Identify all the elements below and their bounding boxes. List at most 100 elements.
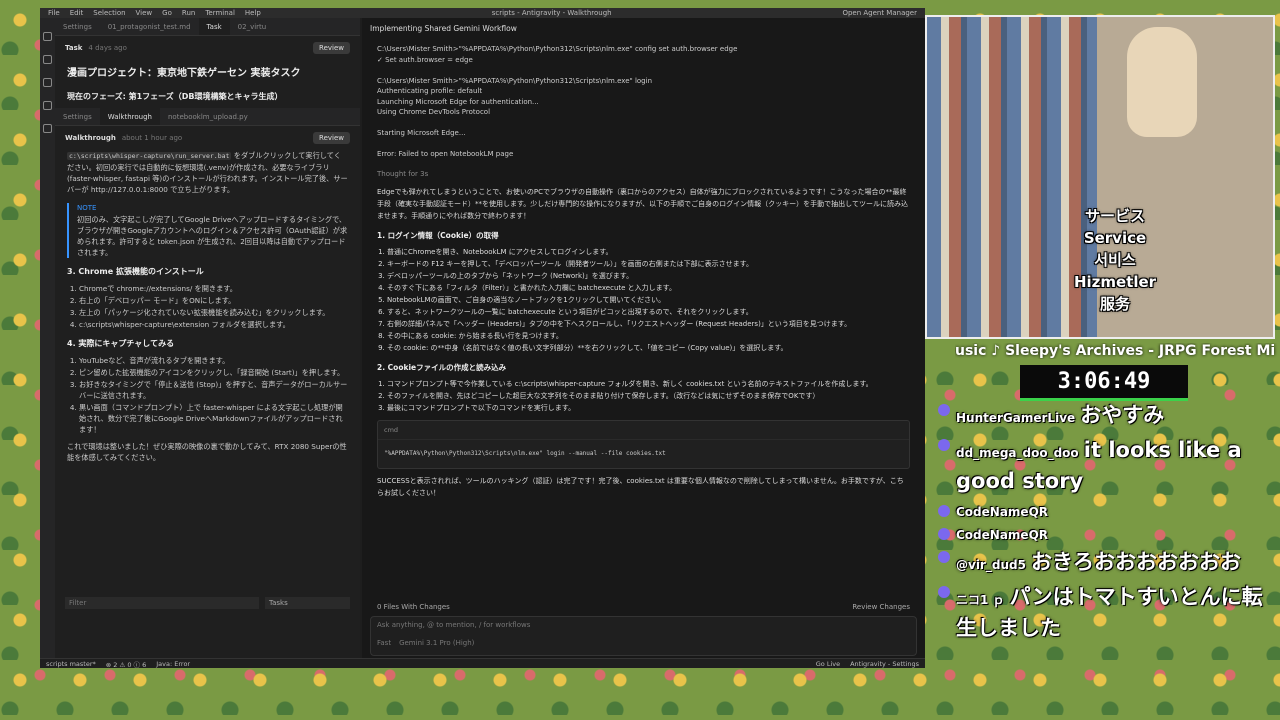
- editor-tabs: Settings 01_protagonist_test.md Task 02_…: [55, 18, 360, 36]
- list-item: c:\scripts\whisper-capture\extension フォル…: [79, 319, 348, 330]
- search-icon[interactable]: [43, 55, 52, 64]
- java-status[interactable]: Java: Error: [156, 660, 190, 668]
- avatar: [938, 404, 950, 416]
- task-header: Task 4 days ago Review: [55, 36, 360, 60]
- tab-protagonist-test[interactable]: 01_protagonist_test.md: [100, 18, 199, 35]
- chat-input-placeholder: Ask anything, @ to mention, / for workfl…: [377, 621, 531, 629]
- chat-message: @vir_dud5 おきろおおおおおおお: [938, 547, 1280, 578]
- task-phase: 現在のフェーズ: 第1フェーズ（DB環境構築とキャラ生成）: [67, 92, 283, 101]
- chat-user: dd_mega_doo_doo: [956, 446, 1079, 460]
- run-debug-icon[interactable]: [43, 101, 52, 110]
- go-live-button[interactable]: Go Live: [816, 660, 840, 668]
- source-control-icon[interactable]: [43, 78, 52, 87]
- review-changes-button[interactable]: Review Changes: [852, 603, 910, 611]
- list-item: コマンドプロンプト等で今作業している c:\scripts\whisper-ca…: [387, 378, 910, 390]
- chat-message: ニコ1 ｐ パンはトマトすいとんに転生しました: [938, 582, 1280, 644]
- tab-settings-2[interactable]: Settings: [55, 108, 100, 125]
- run-server-path: c:\scripts\whisper-capture\run_server.ba…: [67, 152, 232, 160]
- status-bar: scripts master* ⊗ 2 ⚠ 0 ⓘ 6 Java: Error …: [40, 658, 925, 669]
- menu-run[interactable]: Run: [182, 9, 195, 17]
- task-filter-bar: Filter Tasks: [55, 593, 360, 613]
- list-item: 右上の「デベロッパー モード」をONにします。: [79, 295, 348, 306]
- extensions-icon[interactable]: [43, 124, 52, 133]
- tab-task[interactable]: Task: [198, 18, 230, 35]
- avatar: [938, 551, 950, 563]
- walkthrough-tabs: Settings Walkthrough notebooklm_upload.p…: [55, 108, 360, 126]
- chat-message: dd_mega_doo_doo it looks like a good sto…: [938, 435, 1280, 497]
- list-item: 黒い画面（コマンドプロンプト）上で faster-whisper による文字起こ…: [79, 402, 348, 435]
- menu-go[interactable]: Go: [162, 9, 172, 17]
- avatar: [938, 528, 950, 540]
- menu-terminal[interactable]: Terminal: [205, 9, 235, 17]
- filter-input[interactable]: Filter: [65, 597, 259, 609]
- now-playing: usic ♪ Sleepy's Archives - JRPG Forest M…: [955, 343, 1276, 359]
- mode-select[interactable]: Fast: [377, 639, 391, 647]
- chat-message: HunterGamerLive おやすみ: [938, 400, 1280, 431]
- note-callout: NOTE 初回のみ、文字起こしが完了してGoogle Driveへアップロードす…: [67, 203, 348, 258]
- avatar: [938, 439, 950, 451]
- problems-status[interactable]: ⊗ 2 ⚠ 0 ⓘ 6: [106, 659, 147, 669]
- note-text: 初回のみ、文字起こしが完了してGoogle Driveへアップロードするタイミン…: [77, 215, 348, 257]
- list-item: 最後にコマンドプロンプトで以下のコマンドを実行します。: [387, 402, 910, 414]
- tab-virtu[interactable]: 02_virtu: [230, 18, 275, 35]
- antigravity-settings[interactable]: Antigravity - Settings: [850, 660, 919, 668]
- step-1-list: 普通にChromeを開き、NotebookLM にアクセスしてログインします。 …: [377, 246, 910, 354]
- list-item: 左上の「パッケージ化されていない拡張機能を読み込む」をクリックします。: [79, 307, 348, 318]
- branch-status[interactable]: scripts master*: [46, 660, 96, 668]
- agent-manager-button[interactable]: Open Agent Manager: [842, 9, 917, 17]
- chat-text: おきろおおおおおおお: [1031, 550, 1242, 574]
- chat-message: CodeNameQR: [938, 524, 1280, 543]
- service-caption: サービス Service 서비스 Hizmetler 服务: [1073, 207, 1157, 313]
- review-button[interactable]: Review: [313, 42, 350, 54]
- list-item: 右側の詳細パネルで「ヘッダー (Headers)」タブの中を下へスクロールし、「…: [387, 318, 910, 330]
- walkthrough-time: about 1 hour ago: [121, 134, 183, 142]
- list-item: デベロッパーツールの上のタブから「ネットワーク (Network)」を選びます。: [387, 270, 910, 282]
- list-item: その中にある cookie: から始まる長い行を見つけます。: [387, 330, 910, 342]
- chat-user: ニコ1 ｐ: [956, 593, 1005, 607]
- chat-input[interactable]: Ask anything, @ to mention, / for workfl…: [370, 616, 917, 656]
- tab-notebooklm-upload[interactable]: notebooklm_upload.py: [160, 108, 256, 125]
- activity-bar: [40, 18, 55, 658]
- step-1-heading: 1. ログイン情報（Cookie）の取得: [377, 230, 499, 240]
- step-2-list: コマンドプロンプト等で今作業している c:\scripts\whisper-ca…: [377, 378, 910, 414]
- menu-file[interactable]: File: [48, 9, 60, 17]
- avatar: [938, 586, 950, 598]
- explorer-icon[interactable]: [43, 32, 52, 41]
- chat-message: CodeNameQR: [938, 501, 1280, 520]
- list-item: NotebookLMの画面で、ご自身の適当なノートブックを1クリックして開いてく…: [387, 294, 910, 306]
- review-button-2[interactable]: Review: [313, 132, 350, 144]
- section-4-heading: 4. 実際にキャプチャしてみる: [67, 339, 175, 348]
- chat-user: @vir_dud5: [956, 558, 1026, 572]
- agent-panel: Implementing Shared Gemini Workflow C:\U…: [362, 18, 925, 658]
- model-select[interactable]: Gemini 3.1 Pro (High): [399, 639, 474, 647]
- webcam-view: サービス Service 서비스 Hizmetler 服务: [925, 15, 1275, 339]
- section-3-heading: 3. Chrome 拡張機能のインストール: [67, 267, 204, 276]
- closing-text: これで環境は整いました！ぜひ実際の映像の裏で動かしてみて、RTX 2080 Su…: [67, 442, 347, 462]
- menu-view[interactable]: View: [136, 9, 153, 17]
- step-2-heading: 2. Cookieファイルの作成と読み込み: [377, 362, 507, 372]
- chat-user: CodeNameQR: [956, 505, 1049, 519]
- left-editor-pane: Settings 01_protagonist_test.md Task 02_…: [55, 18, 360, 658]
- files-with-changes[interactable]: 0 Files With Changes: [377, 603, 450, 611]
- terminal-output: C:\Users\Mister Smith>"%APPDATA%\Python\…: [377, 45, 738, 158]
- chat-user: HunterGamerLive: [956, 411, 1076, 425]
- tab-settings[interactable]: Settings: [55, 18, 100, 35]
- menu-help[interactable]: Help: [245, 9, 261, 17]
- walkthrough-header: Walkthrough about 1 hour ago Review: [55, 126, 360, 150]
- ide-window: File Edit Selection View Go Run Terminal…: [40, 8, 925, 669]
- tasks-select[interactable]: Tasks: [265, 597, 350, 609]
- list-item: すると、ネットワークツールの一覧に batchexecute という項目がピコッ…: [387, 306, 910, 318]
- list-item: お好きなタイミングで「停止＆送信 (Stop)」を押すと、音声データがローカルサ…: [79, 379, 348, 401]
- thought-toggle[interactable]: Thought for 3s: [362, 166, 925, 182]
- title-bar: File Edit Selection View Go Run Terminal…: [40, 8, 925, 18]
- command-text[interactable]: "%APPDATA%\Python\Python312\Scripts\nlm.…: [378, 440, 909, 468]
- list-item: キーボードの F12 キーを押して、「デベロッパーツール（開発者ツール）」を画面…: [387, 258, 910, 270]
- chat-user: CodeNameQR: [956, 528, 1049, 542]
- window-title: scripts - Antigravity - Walkthrough: [491, 9, 612, 17]
- menu-edit[interactable]: Edit: [70, 9, 84, 17]
- task-time: 4 days ago: [88, 44, 127, 52]
- tab-walkthrough[interactable]: Walkthrough: [99, 108, 160, 125]
- walkthrough-label: Walkthrough: [65, 134, 116, 142]
- menu-selection[interactable]: Selection: [93, 9, 125, 17]
- list-item: ピン留めした拡張機能のアイコンをクリックし、「録音開始 (Start)」を押しま…: [79, 367, 348, 378]
